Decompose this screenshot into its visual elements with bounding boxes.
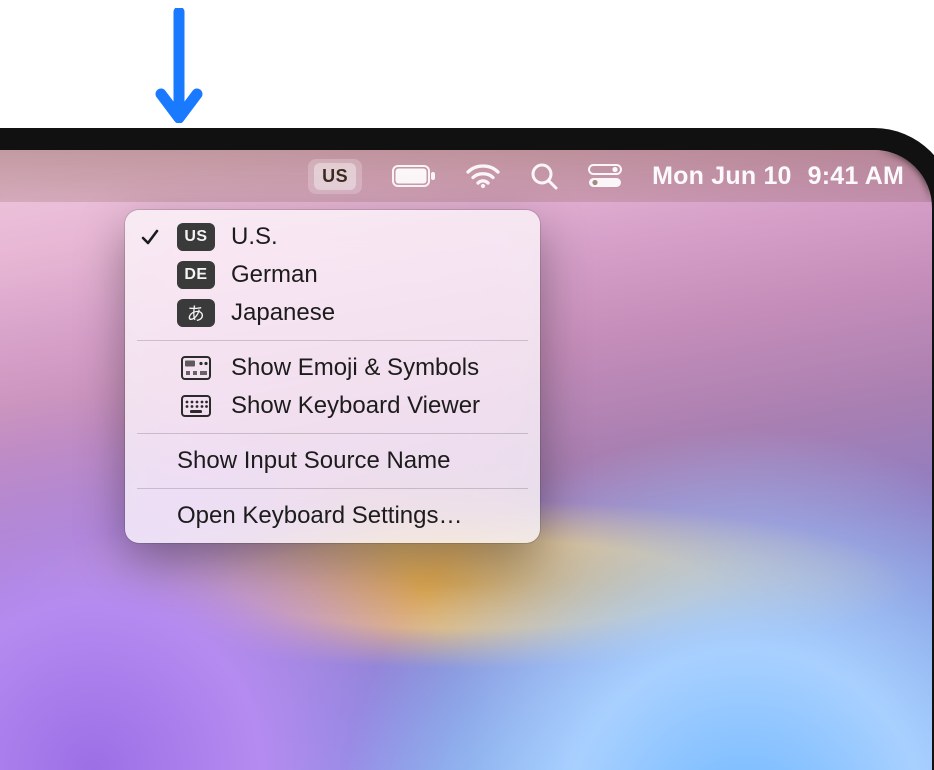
open-keyboard-settings[interactable]: Open Keyboard Settings… (125, 497, 540, 535)
show-input-source-name[interactable]: Show Input Source Name (125, 442, 540, 480)
control-center-icon[interactable] (588, 164, 622, 188)
date-text: Mon Jun 10 (652, 162, 792, 191)
input-source-item-german[interactable]: DE German (125, 256, 540, 294)
input-source-menu-extra[interactable]: US (308, 159, 362, 194)
input-source-item-japanese[interactable]: あ Japanese (125, 294, 540, 332)
lang-badge: DE (177, 261, 215, 289)
time-text: 9:41 AM (808, 162, 904, 191)
desktop-screen: US (0, 150, 932, 770)
lang-badge: あ (177, 299, 215, 327)
show-keyboard-viewer[interactable]: Show Keyboard Viewer (125, 387, 540, 425)
input-source-item-us[interactable]: US U.S. (125, 218, 540, 256)
lang-badge: US (177, 223, 215, 251)
input-source-label: German (231, 261, 318, 289)
menu-divider (137, 433, 528, 434)
show-keyboard-viewer-label: Show Keyboard Viewer (231, 392, 480, 420)
device-bezel: US (0, 128, 934, 770)
keyboard-icon (177, 395, 215, 417)
checkmark-icon (139, 227, 161, 247)
show-input-source-name-label: Show Input Source Name (177, 447, 450, 475)
character-viewer-icon (177, 356, 215, 380)
input-source-label: U.S. (231, 223, 278, 251)
spotlight-search-icon[interactable] (530, 162, 558, 190)
input-source-label: Japanese (231, 299, 335, 327)
show-emoji-symbols[interactable]: Show Emoji & Symbols (125, 349, 540, 387)
battery-icon[interactable] (392, 165, 436, 187)
callout-arrow-icon (155, 8, 203, 123)
wifi-icon[interactable] (466, 163, 500, 189)
show-emoji-label: Show Emoji & Symbols (231, 354, 479, 382)
menu-divider (137, 488, 528, 489)
menu-divider (137, 340, 528, 341)
input-source-dropdown: US U.S. DE German あ Japanese (125, 210, 540, 543)
open-keyboard-settings-label: Open Keyboard Settings… (177, 502, 463, 530)
menu-bar: US (0, 150, 932, 202)
datetime[interactable]: Mon Jun 10 9:41 AM (652, 162, 904, 191)
input-source-badge: US (314, 163, 356, 190)
